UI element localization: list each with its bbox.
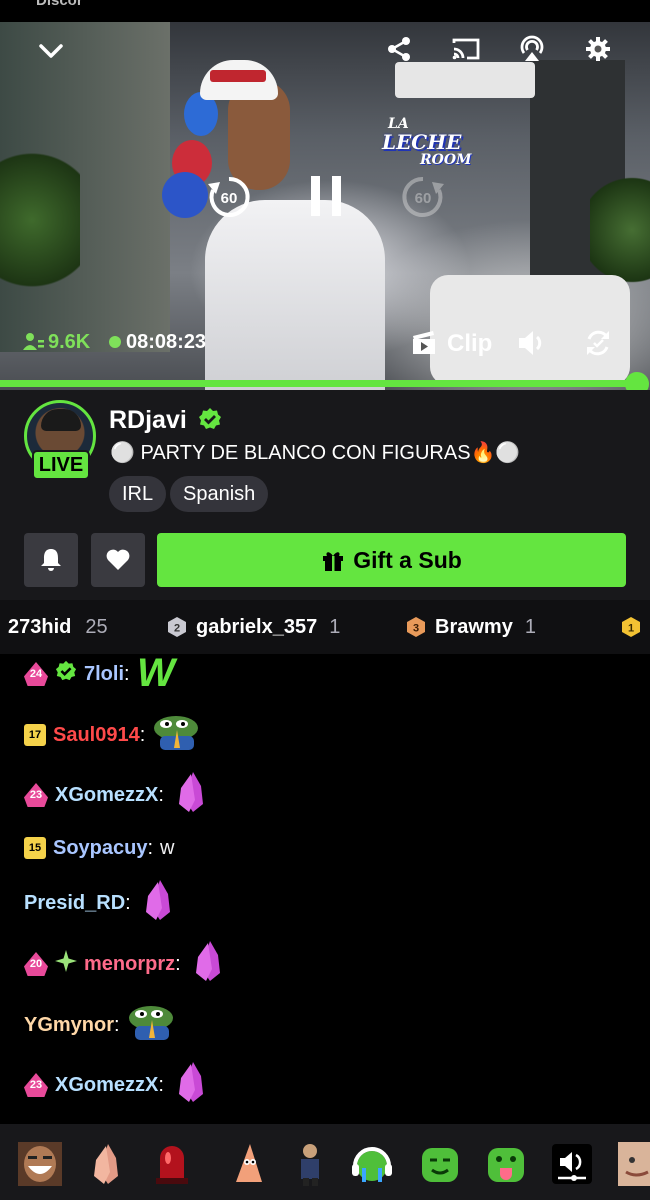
scene-plant [0, 140, 80, 300]
pray-hands-emote[interactable] [84, 1142, 128, 1186]
tag-spanish[interactable]: Spanish [170, 476, 269, 512]
chat-message[interactable]: 23 XGomezzX : [24, 772, 211, 818]
crying-headphones-emote[interactable] [350, 1142, 394, 1186]
volume-icon[interactable] [516, 328, 548, 358]
gift-sub-label: Gift a Sub [353, 546, 462, 573]
audio-toggle-icon[interactable] [550, 1142, 594, 1186]
clip-icon[interactable] [409, 329, 439, 357]
playback-progress-bar[interactable] [0, 380, 637, 387]
tag-irl[interactable]: IRL [109, 476, 167, 512]
subscriber-badge-icon: 23 [24, 1073, 48, 1097]
dancing-man-emote[interactable] [288, 1142, 332, 1186]
leaderboard-entry[interactable]: 1 [620, 600, 642, 654]
subscriber-badge-icon: 24 [24, 662, 48, 686]
svg-text:3: 3 [413, 623, 419, 635]
chat-username[interactable]: Presid_RD [24, 892, 125, 915]
notification-bell-button[interactable] [24, 533, 78, 587]
chat-message[interactable]: 17 Saul0914 : [24, 714, 202, 756]
pray-hands-emote [171, 1060, 211, 1110]
video-player[interactable]: LA LECHE ROOM Discor 60 60 9.6K 08:08:23… [0, 0, 650, 390]
seek-back-icon[interactable]: 60 [204, 172, 254, 222]
pray-hands-emote [138, 878, 178, 928]
channel-name[interactable]: RDjavi [109, 406, 187, 435]
chat-message[interactable]: 24 7loli : W [24, 651, 183, 695]
emote-bar [0, 1124, 650, 1200]
subscriber-badge-icon: 15 [24, 837, 46, 859]
chat-message[interactable]: 23 XGomezzX : [24, 1062, 211, 1108]
streamer-cap [200, 60, 278, 100]
rank-gold-icon: 1 [620, 616, 642, 638]
scene-balloon [162, 172, 208, 218]
rotate-screen-icon[interactable] [582, 328, 614, 358]
heart-icon [106, 549, 130, 570]
collapse-chevron-icon[interactable] [36, 36, 66, 66]
chat-message[interactable]: Presid_RD : [24, 880, 178, 926]
chat-username[interactable]: Soypacuy [53, 837, 147, 860]
pause-button[interactable] [304, 172, 348, 220]
live-badge: LIVE [32, 450, 90, 480]
stream-title: ⚪ PARTY DE BLANCO CON FIGURAS🔥⚪ [110, 442, 521, 464]
stream-uptime: 08:08:23 [126, 331, 207, 353]
chat-message[interactable]: YGmynor : [24, 1004, 177, 1046]
follow-heart-button[interactable] [91, 533, 145, 587]
status-strip: Discor [0, 0, 650, 22]
chat-username[interactable]: XGomezzX [55, 1074, 158, 1097]
leaderboard-entry[interactable]: 3 Brawmy 1 [405, 600, 536, 654]
leaderboard-entry[interactable]: 273hid 25 [8, 600, 108, 654]
subscriber-badge-icon: 20 [24, 952, 48, 976]
cast-icon[interactable] [450, 34, 482, 64]
scene-air-conditioner [395, 62, 535, 98]
leaderboard-entry[interactable]: 2 gabrielx_357 1 [166, 600, 340, 654]
rank-bronze-icon: 3 [405, 616, 427, 638]
patrick-emote[interactable] [226, 1142, 270, 1186]
viewers-icon [22, 331, 46, 353]
chat-username[interactable]: 7loli [84, 663, 124, 686]
chat-feed[interactable]: 24 7loli : W 17 Saul0914 : 23 XGomezzX :… [0, 651, 650, 1124]
chat-message[interactable]: 20 menorprz : [24, 941, 228, 987]
svg-text:60: 60 [221, 190, 238, 207]
clip-button[interactable]: Clip [447, 330, 492, 358]
svg-text:60: 60 [415, 190, 432, 207]
airplay-icon[interactable] [516, 34, 548, 64]
chat-message[interactable]: 15 Soypacuy : w [24, 834, 175, 862]
streamer-figure [205, 200, 385, 390]
svg-text:1: 1 [628, 623, 634, 635]
green-blob-tongue-emote[interactable] [484, 1142, 528, 1186]
svg-text:2: 2 [174, 623, 180, 635]
channel-info-panel: LIVE RDjavi ⚪ PARTY DE BLANCO CON FIGURA… [0, 390, 650, 600]
gift-sub-button[interactable]: Gift a Sub [157, 533, 626, 587]
seek-forward-icon[interactable]: 60 [398, 172, 448, 222]
gift-icon [323, 552, 344, 571]
pepe-pray-emote [127, 1002, 177, 1048]
laughing-face-emote[interactable] [18, 1142, 62, 1186]
scene-neon-sign: LA LECHE ROOM [382, 116, 472, 168]
chat-username[interactable]: Saul0914 [53, 724, 140, 747]
gift-leaderboard[interactable]: 273hid 25 2 gabrielx_357 1 3 Brawmy 1 1 [0, 600, 650, 654]
pray-hands-emote [188, 939, 228, 989]
sparkle-badge-icon [55, 950, 77, 978]
live-indicator-dot [109, 336, 121, 348]
subscriber-badge-icon: 17 [24, 724, 46, 746]
w-emote: W [137, 651, 183, 696]
share-icon[interactable] [384, 34, 414, 64]
svg-text:W: W [137, 652, 178, 690]
scene-plant [590, 170, 650, 290]
red-siren-emote[interactable] [150, 1142, 194, 1186]
rank-silver-icon: 2 [166, 616, 188, 638]
chat-username[interactable]: YGmynor [24, 1014, 114, 1037]
settings-gear-icon[interactable] [583, 34, 613, 64]
bell-icon [41, 549, 61, 571]
viewer-count: 9.6K [48, 331, 91, 353]
verified-badge-icon [55, 660, 77, 688]
subscriber-badge-icon: 23 [24, 783, 48, 807]
pepe-pray-emote [152, 712, 202, 758]
chat-message-text: w [160, 836, 175, 859]
chat-username[interactable]: menorprz [84, 953, 175, 976]
face-partial-emote[interactable] [614, 1142, 650, 1186]
chat-username[interactable]: XGomezzX [55, 784, 158, 807]
green-blob-sly-emote[interactable] [418, 1142, 462, 1186]
verified-badge-icon [198, 407, 222, 436]
pray-hands-emote [171, 770, 211, 820]
